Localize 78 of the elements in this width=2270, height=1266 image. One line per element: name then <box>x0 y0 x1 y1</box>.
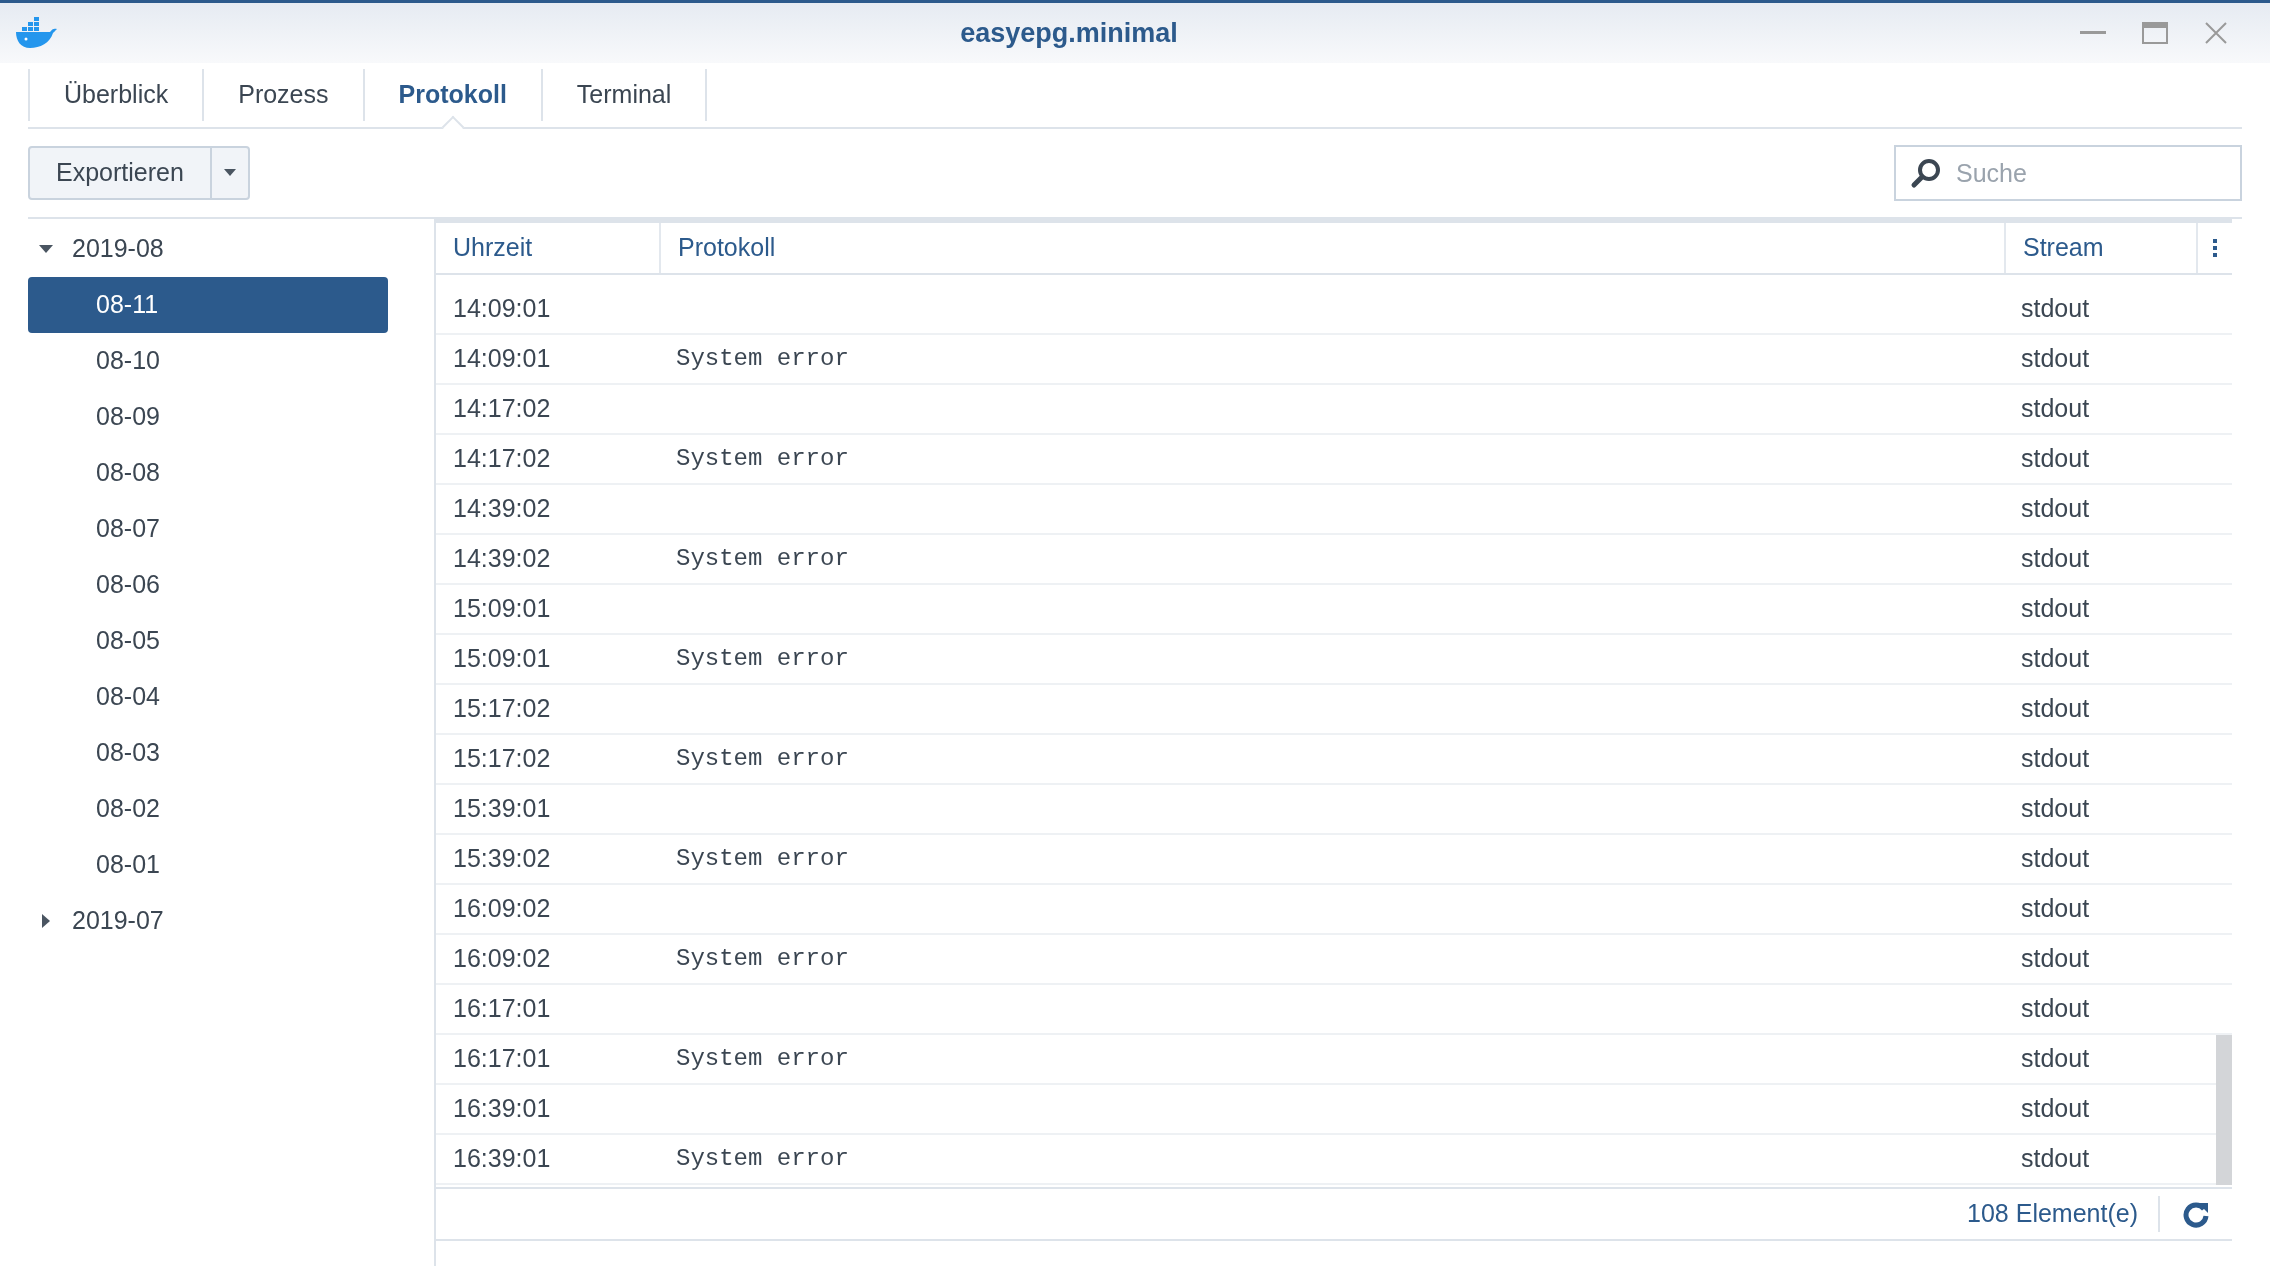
table-cell-text: stdout <box>2020 993 2091 1025</box>
column-header[interactable]: Protokoll <box>659 223 2004 273</box>
column-header[interactable]: Uhrzeit <box>436 223 659 273</box>
table-cell-text: 14:39:02 <box>452 543 552 575</box>
table-cell-text: 15:39:02 <box>452 843 552 875</box>
tab[interactable]: Protokoll <box>362 69 541 121</box>
search-field[interactable]: Suche <box>1894 145 2242 201</box>
table-cell-text: System error <box>675 644 850 674</box>
table-cell-text: System error <box>675 744 850 774</box>
table-cell-text: stdout <box>2020 693 2091 725</box>
tree-item[interactable]: 08-01 <box>28 837 388 893</box>
whale-logo-icon <box>14 17 58 49</box>
tree-item[interactable]: 08-11 <box>28 277 388 333</box>
table-cell-text: stdout <box>2020 793 2091 825</box>
tab[interactable]: Terminal <box>540 69 708 121</box>
table-cell-text: 14:09:01 <box>452 343 552 375</box>
table-cell-text: 14:39:02 <box>452 493 552 525</box>
table-cell-text: 15:17:02 <box>452 693 552 725</box>
more-options-icon[interactable] <box>2212 238 2218 258</box>
table-cell-text: stdout <box>2020 643 2091 675</box>
tree-item[interactable]: 08-04 <box>28 669 388 725</box>
window-title: easyepg.minimal <box>960 16 1178 50</box>
table-cell-text: 16:39:01 <box>452 1093 552 1125</box>
table-cell-text: stdout <box>2020 1143 2091 1175</box>
table-cell-text: 15:09:01 <box>452 593 552 625</box>
table-cell-text: stdout <box>2020 293 2091 325</box>
table-cell-text: stdout <box>2020 543 2091 575</box>
table-cell-text: stdout <box>2020 843 2091 875</box>
table-cell-text: stdout <box>2020 1093 2091 1125</box>
table-cell-text: System error <box>675 1044 850 1074</box>
table-cell-text: System error <box>675 544 850 574</box>
table-cell-text: stdout <box>2020 443 2091 475</box>
table-cell-text: 16:17:01 <box>452 993 552 1025</box>
column-header[interactable]: Stream <box>2004 223 2196 273</box>
table-cell-text: stdout <box>2020 393 2091 425</box>
table-cell-text: 14:09:01 <box>452 293 552 325</box>
export-split-button[interactable]: Exportieren <box>28 146 250 200</box>
table-cell-text: 16:17:01 <box>452 1043 552 1075</box>
table-cell-text: stdout <box>2020 893 2091 925</box>
table-cell-text: System error <box>675 444 850 474</box>
search-icon <box>1910 157 1942 189</box>
table-cell-text: 16:39:01 <box>452 1143 552 1175</box>
close-icon[interactable] <box>2204 21 2228 45</box>
tree-item[interactable]: 2019-08 <box>28 221 388 277</box>
table-cell-text: System error <box>675 844 850 874</box>
table-cell-text: 14:17:02 <box>452 443 552 475</box>
tree-item[interactable]: 08-09 <box>28 389 388 445</box>
tree-item[interactable]: 08-05 <box>28 613 388 669</box>
maximize-icon[interactable] <box>2142 22 2168 44</box>
tree-item[interactable]: 2019-07 <box>28 893 388 949</box>
table-cell-text: 16:09:02 <box>452 943 552 975</box>
item-count: 108 Element(e) <box>1967 1198 2139 1230</box>
table-cell-text: stdout <box>2020 493 2091 525</box>
table-cell-text: System error <box>675 1144 850 1174</box>
tree-item[interactable]: 08-03 <box>28 725 388 781</box>
tree-item[interactable]: 08-07 <box>28 501 388 557</box>
table-cell-text: 15:09:01 <box>452 643 552 675</box>
table-cell-text: 16:09:02 <box>452 893 552 925</box>
table-cell-text: 14:17:02 <box>452 393 552 425</box>
tree-item[interactable]: 08-10 <box>28 333 388 389</box>
table-cell-text: stdout <box>2020 343 2091 375</box>
export-button[interactable]: Exportieren <box>30 148 212 198</box>
table-cell-text: stdout <box>2020 1043 2091 1075</box>
refresh-icon[interactable] <box>2182 1200 2210 1228</box>
tab[interactable]: Prozess <box>202 69 363 121</box>
table-cell-text: System error <box>675 944 850 974</box>
tab[interactable]: Überblick <box>28 69 203 121</box>
table-cell-text: stdout <box>2020 743 2091 775</box>
tree-item[interactable]: 08-06 <box>28 557 388 613</box>
table-cell-text: stdout <box>2020 593 2091 625</box>
tree-item[interactable]: 08-08 <box>28 445 388 501</box>
minimize-icon[interactable] <box>2080 30 2106 36</box>
table-cell-text: 15:17:02 <box>452 743 552 775</box>
scrollbar-thumb[interactable] <box>2216 1035 2232 1185</box>
table-cell-text: 15:39:01 <box>452 793 552 825</box>
table-cell-text: stdout <box>2020 943 2091 975</box>
tree-item[interactable]: 08-02 <box>28 781 388 837</box>
table-cell-text: System error <box>675 344 850 374</box>
